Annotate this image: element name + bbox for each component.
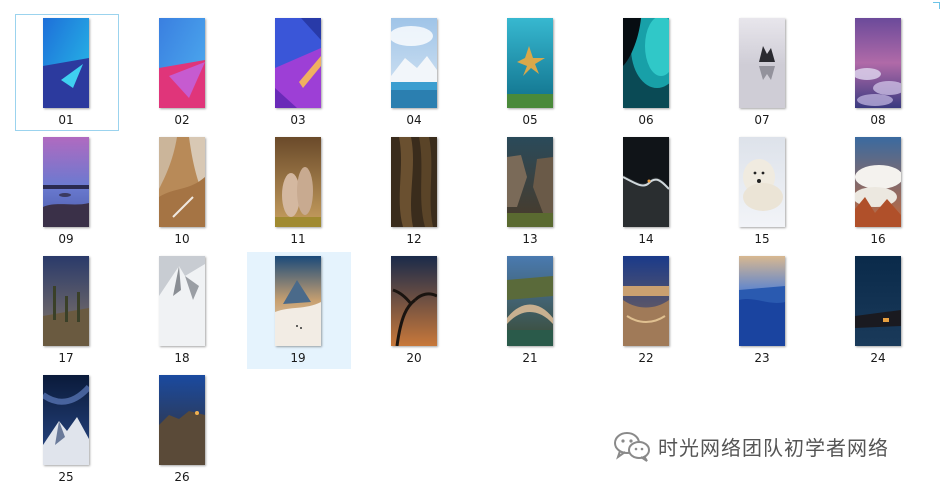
file-item[interactable]: 06: [595, 14, 699, 131]
file-name-label[interactable]: 15: [712, 232, 812, 246]
image-thumbnail-icon[interactable]: [159, 256, 205, 346]
file-name-label[interactable]: 11: [248, 232, 348, 246]
image-thumbnail-icon[interactable]: [275, 137, 321, 227]
file-item[interactable]: 10: [131, 133, 235, 250]
file-item[interactable]: 23: [711, 252, 815, 369]
image-thumbnail-icon[interactable]: [159, 137, 205, 227]
file-item[interactable]: 16: [827, 133, 931, 250]
file-name-label[interactable]: 12: [364, 232, 464, 246]
file-item[interactable]: 02: [131, 14, 235, 131]
file-name-label[interactable]: 04: [364, 113, 464, 127]
image-thumbnail-icon[interactable]: [159, 18, 205, 108]
file-item[interactable]: 14: [595, 133, 699, 250]
file-name-label[interactable]: 18: [132, 351, 232, 365]
file-name-label[interactable]: 06: [596, 113, 696, 127]
image-thumbnail-icon[interactable]: [507, 137, 553, 227]
image-thumbnail-icon[interactable]: [391, 256, 437, 346]
image-thumbnail-icon[interactable]: [623, 256, 669, 346]
file-name-label[interactable]: 20: [364, 351, 464, 365]
image-thumbnail-icon[interactable]: [739, 137, 785, 227]
file-item[interactable]: 11: [247, 133, 351, 250]
file-name-label[interactable]: 08: [828, 113, 928, 127]
image-thumbnail-icon[interactable]: [43, 137, 89, 227]
image-thumbnail-icon[interactable]: [43, 256, 89, 346]
file-name-label[interactable]: 13: [480, 232, 580, 246]
image-thumbnail-icon[interactable]: [275, 18, 321, 108]
file-name-label[interactable]: 03: [248, 113, 348, 127]
image-thumbnail-icon[interactable]: [275, 256, 321, 346]
resize-corner-icon: [933, 2, 940, 9]
image-thumbnail-icon[interactable]: [623, 137, 669, 227]
file-name-label[interactable]: 19: [248, 351, 348, 365]
file-item[interactable]: 20: [363, 252, 467, 369]
file-name-label[interactable]: 25: [16, 470, 116, 484]
file-item[interactable]: 18: [131, 252, 235, 369]
image-thumbnail-icon[interactable]: [43, 375, 89, 465]
image-thumbnail-icon[interactable]: [739, 256, 785, 346]
file-name-label[interactable]: 01: [16, 113, 116, 127]
file-item[interactable]: 15: [711, 133, 815, 250]
file-name-label[interactable]: 07: [712, 113, 812, 127]
file-name-label[interactable]: 22: [596, 351, 696, 365]
file-grid: 01 02 03 04 05 06 07 08 09 10 11 12 13 14 15 …: [0, 0, 942, 488]
file-name-label[interactable]: 09: [16, 232, 116, 246]
file-name-label[interactable]: 17: [16, 351, 116, 365]
file-name-label[interactable]: 23: [712, 351, 812, 365]
file-name-label[interactable]: 16: [828, 232, 928, 246]
file-item[interactable]: 13: [479, 133, 583, 250]
file-item[interactable]: 08: [827, 14, 931, 131]
file-name-label[interactable]: 14: [596, 232, 696, 246]
file-name-label[interactable]: 24: [828, 351, 928, 365]
image-thumbnail-icon[interactable]: [739, 18, 785, 108]
image-thumbnail-icon[interactable]: [391, 137, 437, 227]
image-thumbnail-icon[interactable]: [623, 18, 669, 108]
image-thumbnail-icon[interactable]: [507, 256, 553, 346]
image-thumbnail-icon[interactable]: [855, 137, 901, 227]
watermark: 时光网络团队初学者网络: [612, 429, 889, 463]
file-item[interactable]: 03: [247, 14, 351, 131]
watermark-text: 时光网络团队初学者网络: [658, 435, 889, 460]
image-thumbnail-icon[interactable]: [159, 375, 205, 465]
wechat-icon: [614, 432, 650, 462]
file-item[interactable]: 01: [15, 14, 119, 131]
file-item[interactable]: 05: [479, 14, 583, 131]
image-thumbnail-icon[interactable]: [43, 18, 89, 108]
file-item[interactable]: 25: [15, 371, 119, 488]
image-thumbnail-icon[interactable]: [391, 18, 437, 108]
file-name-label[interactable]: 21: [480, 351, 580, 365]
file-item[interactable]: 24: [827, 252, 931, 369]
file-item[interactable]: 07: [711, 14, 815, 131]
file-item[interactable]: 22: [595, 252, 699, 369]
file-name-label[interactable]: 10: [132, 232, 232, 246]
file-name-label[interactable]: 05: [480, 113, 580, 127]
file-item[interactable]: 21: [479, 252, 583, 369]
file-item[interactable]: 19: [247, 252, 351, 369]
file-name-label[interactable]: 26: [132, 470, 232, 484]
image-thumbnail-icon[interactable]: [855, 18, 901, 108]
file-item[interactable]: 04: [363, 14, 467, 131]
file-item[interactable]: 26: [131, 371, 235, 488]
file-item[interactable]: 12: [363, 133, 467, 250]
file-item[interactable]: 17: [15, 252, 119, 369]
image-thumbnail-icon[interactable]: [855, 256, 901, 346]
file-item[interactable]: 09: [15, 133, 119, 250]
file-name-label[interactable]: 02: [132, 113, 232, 127]
image-thumbnail-icon[interactable]: [507, 18, 553, 108]
